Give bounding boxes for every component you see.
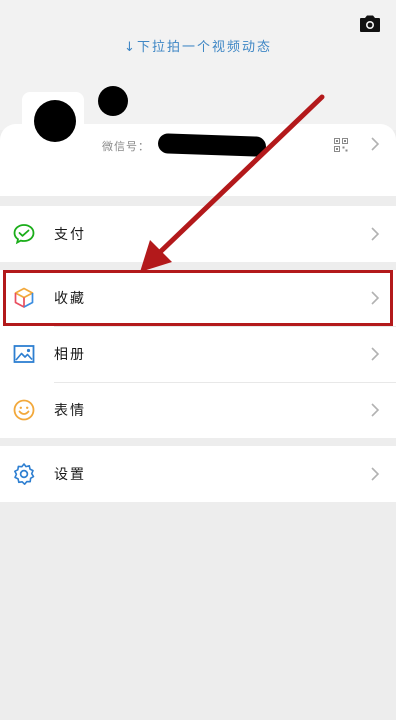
chevron-right-icon — [370, 402, 380, 418]
chevron-right-icon — [370, 346, 380, 362]
menu-item-stickers[interactable]: 表情 — [0, 382, 396, 438]
menu-item-album[interactable]: 相册 — [0, 326, 396, 382]
gear-icon — [12, 462, 36, 486]
menu-label-pay: 支付 — [54, 227, 86, 243]
image-icon — [12, 342, 36, 366]
highlight-box — [3, 270, 393, 326]
menu-label-stickers: 表情 — [54, 403, 86, 419]
pull-down-hint[interactable]: ↓下拉拍一个视频动态 — [0, 36, 396, 55]
nickname-redacted — [98, 86, 128, 116]
qr-code-icon[interactable] — [334, 137, 348, 152]
chevron-right-icon[interactable] — [370, 136, 380, 152]
smiley-icon — [12, 398, 36, 422]
camera-icon[interactable] — [358, 12, 382, 36]
wechat-id-redacted — [157, 133, 267, 157]
wechat-pay-icon — [12, 222, 36, 246]
menu-item-settings[interactable]: 设置 — [0, 446, 396, 502]
menu-label-album: 相册 — [54, 347, 86, 363]
menu-item-pay[interactable]: 支付 — [0, 206, 396, 262]
menu-label-settings: 设置 — [54, 467, 86, 483]
wechat-id-label: 微信号： — [102, 140, 150, 153]
avatar[interactable] — [22, 92, 84, 154]
chevron-right-icon — [370, 226, 380, 242]
chevron-right-icon — [370, 466, 380, 482]
